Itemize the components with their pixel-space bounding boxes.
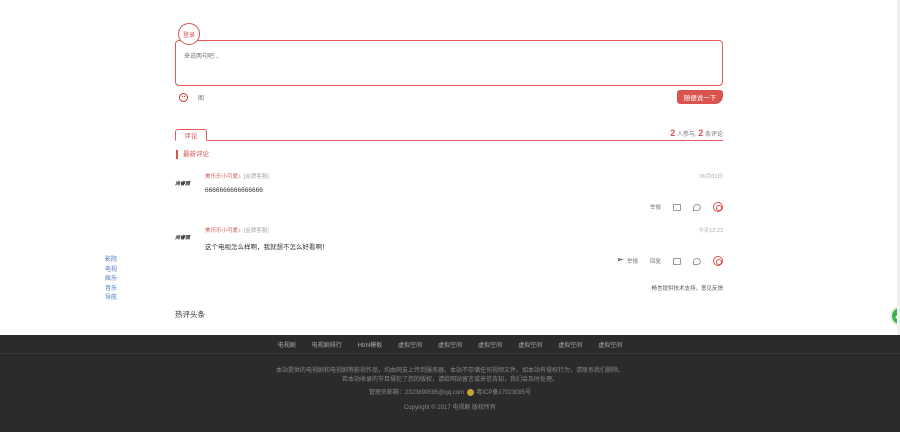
comment-item: 尚睿雅 美乐乐小可爱♪ [金牌客服] 09月01日 666666666666666… [175, 172, 723, 212]
comment-time: 今天12:23 [698, 228, 723, 234]
comment-username[interactable]: 美乐乐小可爱♪ [205, 228, 241, 234]
comment-item: 尚睿雅 美乐乐小可爱♪ [金牌客服] 今天12:23 这个电视怎么样啊，我就想不怎… [175, 226, 723, 268]
footer-icp[interactable]: 粤ICP备17023095号 [476, 390, 531, 396]
powered-by-link[interactable]: 畅言提供技术支持，意见反馈 [651, 284, 723, 292]
comment-header: 美乐乐小可爱♪ [金牌客服] [205, 226, 269, 234]
like-icon[interactable] [673, 203, 681, 211]
latest-comments-title: 最新评论 [176, 150, 209, 159]
side-nav-item[interactable]: 音乐 [105, 285, 117, 295]
reply-button[interactable]: 回复 [650, 257, 661, 265]
side-nav: 影院 电视 娱乐 音乐 导航 [105, 256, 117, 304]
report-button[interactable]: 举报 [650, 203, 661, 211]
avatar[interactable]: 尚睿雅 [175, 234, 197, 242]
footer-link[interactable]: 虚拟空间 [430, 340, 470, 349]
avatar[interactable]: 尚睿雅 [175, 180, 197, 188]
comment-meta: [金牌客服] [243, 174, 269, 180]
comment-actions: 举报 回复 [617, 256, 723, 266]
comment-body: 6666666666666666 [205, 187, 263, 194]
comment-meta: [金牌客服] [243, 228, 269, 234]
side-nav-item[interactable]: 影院 [105, 256, 117, 266]
footer-link[interactable]: 虚拟空间 [390, 340, 430, 349]
hot-comments-title: 热评头条 [175, 310, 205, 319]
share-icon[interactable] [713, 202, 723, 212]
side-nav-item[interactable]: 导航 [105, 294, 117, 304]
tabs-divider [175, 140, 723, 141]
footer-link[interactable]: 虚拟空间 [470, 340, 510, 349]
login-label: 登录 [182, 32, 195, 39]
share-icon[interactable] [713, 256, 723, 266]
comment-box [175, 40, 723, 86]
comment-actions: 举报 [650, 202, 723, 212]
police-badge-icon [466, 388, 474, 396]
footer-contact-row: 管理员邮箱：2323890595@qq.com 粤ICP备17023095号 [0, 387, 900, 396]
comment-time: 09月01日 [699, 174, 723, 180]
footer-disclaimer: 本站提供的电视剧和电视剧等影视作品，均由网友上传到服务器，本站不存储任何视频文件… [275, 368, 624, 374]
flag-icon[interactable] [617, 258, 624, 262]
footer-link[interactable]: 电视剧排行 [304, 340, 350, 349]
reply-icon[interactable] [693, 203, 701, 211]
comment-stats: 2 人参与, 2 条评论 [670, 128, 723, 138]
footer-nav: 电视剧 电视剧排行 Html模板 虚拟空间 虚拟空间 虚拟空间 虚拟空间 虚拟空… [0, 335, 900, 354]
participants-count: 2 [670, 128, 676, 138]
footer-link[interactable]: 虚拟空间 [510, 340, 550, 349]
side-nav-item[interactable]: 娱乐 [105, 275, 117, 285]
comment-username[interactable]: 美乐乐小可爱♪ [205, 174, 241, 180]
comment-body: 这个电视怎么样啊，我就想不怎么好看啊！ [205, 244, 329, 251]
footer-link[interactable]: 虚拟空间 [590, 340, 630, 349]
comment-header: 美乐乐小可爱♪ [金牌客服] [205, 172, 269, 180]
footer-link[interactable]: Html模板 [350, 340, 390, 349]
comment-tools: 图 [179, 92, 204, 103]
comments-label: 条评论 [704, 132, 723, 138]
footer-disclaimer-2: 若本站收录的节目侵犯了您的版权，请给网站留言或来信告知，我们会及时处理。 [341, 377, 558, 383]
login-avatar-button[interactable]: 登录 [178, 23, 200, 45]
image-upload-button[interactable]: 图 [198, 93, 204, 102]
comment-input[interactable] [176, 41, 722, 85]
like-icon[interactable] [673, 257, 681, 265]
side-nav-item[interactable]: 电视 [105, 266, 117, 276]
comments-count: 2 [698, 128, 704, 138]
footer-copyright: Copyright © 2017 电视剧 版权所有 [403, 405, 497, 411]
reply-icon[interactable] [693, 257, 701, 265]
footer-contact: 管理员邮箱：2323890595@qq.com [368, 390, 465, 396]
submit-comment-button[interactable]: 随便说一下 [677, 90, 723, 104]
footer-link[interactable]: 虚拟空间 [550, 340, 590, 349]
participants-label: 人参与, [676, 132, 697, 138]
flag-button[interactable]: 举报 [627, 257, 638, 265]
footer-link[interactable]: 电视剧 [270, 340, 304, 349]
emoji-icon[interactable] [179, 93, 188, 102]
tab-comments[interactable]: 评论 [175, 129, 207, 141]
footer: 电视剧 电视剧排行 Html模板 虚拟空间 虚拟空间 虚拟空间 虚拟空间 虚拟空… [0, 335, 900, 432]
